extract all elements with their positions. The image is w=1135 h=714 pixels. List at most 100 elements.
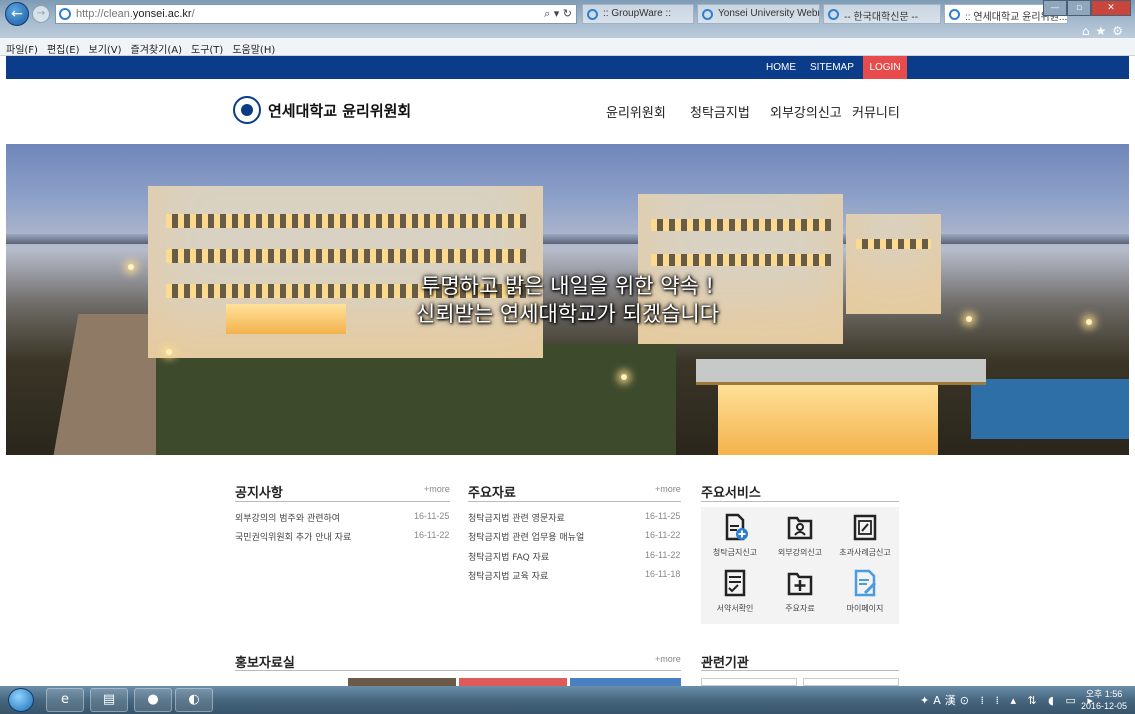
- start-button-icon[interactable]: [8, 688, 34, 712]
- windows-taskbar: e ▤ ● ◐ ✦A漢⊙ ⁞ ⁞ ▴ ⇅ ◖ ▭ ▸ 오후 1:56 2016-…: [0, 686, 1135, 714]
- resource-item[interactable]: 청탁금지법 관련 영문자료: [468, 511, 565, 524]
- menu-view[interactable]: 보기(V): [89, 38, 122, 56]
- divider: [235, 501, 450, 502]
- resources-more-link[interactable]: +more: [655, 484, 681, 494]
- ie-tab-icon: [587, 9, 598, 20]
- menu-file[interactable]: 파일(F): [6, 38, 38, 56]
- nav-anti-graft-law[interactable]: 청탁금지법: [690, 102, 750, 121]
- ie-tab-icon: [949, 9, 960, 20]
- sitemap-link[interactable]: SITEMAP: [810, 62, 854, 73]
- back-arrow-icon[interactable]: ←: [5, 2, 29, 26]
- clock-time: 오후 1:56: [1085, 689, 1123, 699]
- home-link[interactable]: HOME: [766, 62, 796, 73]
- menu-tools[interactable]: 도구(T): [191, 38, 223, 56]
- ie-tab-icon: [702, 9, 713, 20]
- service-excess-honorarium[interactable]: 초과사례금신고: [835, 513, 895, 558]
- notice-item[interactable]: 국민권익위원회 추가 안내 자료: [235, 530, 351, 543]
- resource-date: 16-11-18: [645, 569, 681, 579]
- clipboard-edit-icon: [853, 514, 877, 541]
- browser-tool-icons[interactable]: ⌂★⚙: [1082, 24, 1129, 38]
- pavilion-roof: [696, 359, 986, 385]
- minimize-icon[interactable]: —: [1043, 0, 1067, 16]
- tab-groupware[interactable]: :: GroupWare ::: [582, 4, 694, 24]
- notice-date: 16-11-22: [414, 530, 450, 540]
- promo-thumbnail[interactable]: [459, 678, 567, 686]
- related-org-logo[interactable]: [803, 678, 899, 686]
- menu-favorites[interactable]: 즐겨찾기(A): [131, 38, 182, 56]
- sports-court: [971, 379, 1129, 439]
- notice-date: 16-11-25: [414, 511, 450, 521]
- system-clock[interactable]: 오후 1:56 2016-12-05: [1081, 688, 1127, 712]
- address-url[interactable]: http://clean.yonsei.ac.kr/: [76, 8, 195, 20]
- service-pledge-check[interactable]: 서약서확인: [705, 569, 765, 614]
- maximize-icon[interactable]: ▫: [1067, 0, 1091, 16]
- file-explorer-icon[interactable]: ▤: [90, 688, 128, 712]
- service-external-lecture[interactable]: 외부강의신고: [770, 513, 830, 558]
- resource-item[interactable]: 청탁금지법 FAQ 자료: [468, 550, 549, 563]
- services-panel: 청탁금지신고 외부강의신고 초과사례금신고 서약서확인 주요자료 마이페이지: [701, 507, 899, 624]
- promo-more-link[interactable]: +more: [655, 654, 681, 664]
- service-label: 마이페이지: [846, 604, 884, 613]
- street-lamp: [166, 349, 172, 355]
- nav-external-lecture-report[interactable]: 외부강의신고: [770, 102, 842, 121]
- tab-webmail[interactable]: Yonsei University Webmail: [697, 4, 820, 24]
- promo-title: 홍보자료실: [235, 656, 295, 671]
- login-button[interactable]: LOGIN: [863, 56, 907, 79]
- divider: [701, 501, 899, 502]
- address-bar[interactable]: http://clean.yonsei.ac.kr/ ⌕ ▾ ↻: [55, 4, 577, 24]
- site-logo-text[interactable]: 연세대학교 윤리위원회: [268, 100, 411, 121]
- yonsei-emblem-icon[interactable]: [233, 96, 261, 124]
- tab-news[interactable]: -- 한국대학신문 --: [823, 4, 941, 24]
- lit-pavilion: [718, 382, 938, 455]
- search-refresh-controls[interactable]: ⌕ ▾ ↻: [544, 7, 572, 21]
- related-orgs-title: 관련기관: [701, 656, 749, 671]
- nav-community[interactable]: 커뮤니티: [852, 102, 900, 121]
- resource-item[interactable]: 청탁금지법 교육 자료: [468, 569, 548, 582]
- clock-date: 2016-12-05: [1080, 701, 1127, 711]
- service-label: 외부강의신고: [777, 548, 823, 557]
- promo-thumbnail[interactable]: [348, 678, 456, 686]
- folder-plus-icon: [787, 572, 813, 596]
- resource-item[interactable]: 청탁금지법 관련 업무용 매뉴얼: [468, 530, 584, 543]
- hero-slogan-line2: 신뢰받는 연세대학교가 되겠습니다: [415, 302, 720, 326]
- menu-edit[interactable]: 편집(E): [47, 38, 80, 56]
- browser-chrome: ← → http://clean.yonsei.ac.kr/ ⌕ ▾ ↻ :: …: [0, 0, 1135, 56]
- building-windows: [651, 254, 831, 266]
- services-title: 주요서비스: [701, 486, 761, 501]
- service-key-materials[interactable]: 주요자료: [770, 569, 830, 614]
- service-my-page[interactable]: 마이페이지: [835, 569, 895, 614]
- promo-thumbnail[interactable]: [570, 678, 681, 686]
- related-org-logo[interactable]: [701, 678, 797, 686]
- ie-page-icon: [59, 8, 71, 20]
- menu-bar: 파일(F) 편집(E) 보기(V) 즐겨찾기(A) 도구(T) 도움말(H): [0, 38, 1135, 56]
- hero-slogan-line1: 투명하고 밝은 내일을 위한 약속 !: [421, 274, 714, 298]
- nav-ethics-committee[interactable]: 윤리위원회: [606, 102, 666, 121]
- street-lamp: [621, 374, 627, 380]
- app-icon[interactable]: ◐: [175, 688, 213, 712]
- document-pen-icon: [854, 569, 877, 597]
- close-window-icon[interactable]: ✕: [1091, 0, 1131, 16]
- resources-title: 주요자료: [468, 486, 516, 501]
- service-label: 주요자료: [785, 604, 815, 613]
- resource-date: 16-11-25: [645, 511, 681, 521]
- notices-title: 공지사항: [235, 486, 283, 501]
- site-top-bar: HOME SITEMAP LOGIN: [6, 56, 1129, 79]
- divider: [235, 670, 681, 671]
- menu-help[interactable]: 도움말(H): [232, 38, 275, 56]
- forward-arrow-icon[interactable]: →: [32, 5, 50, 23]
- notices-more-link[interactable]: +more: [424, 484, 450, 494]
- internet-explorer-icon[interactable]: e: [46, 688, 84, 712]
- window-controls: — ▫ ✕: [1043, 0, 1131, 16]
- system-tray-icons[interactable]: ✦A漢⊙ ⁞ ⁞ ▴ ⇅ ◖ ▭ ▸: [920, 692, 1097, 708]
- hero-banner: 투명하고 밝은 내일을 위한 약속 ! 신뢰받는 연세대학교가 되겠습니다: [6, 144, 1129, 455]
- service-label: 초과사례금신고: [839, 548, 891, 557]
- building-windows: [856, 239, 931, 249]
- resource-date: 16-11-22: [645, 530, 681, 540]
- building-windows: [651, 219, 831, 231]
- resource-date: 16-11-22: [645, 550, 681, 560]
- messenger-icon[interactable]: ●: [134, 688, 172, 712]
- notice-item[interactable]: 외부강의의 범주와 관련하여: [235, 511, 340, 524]
- ie-tab-icon: [828, 9, 839, 20]
- divider: [701, 670, 899, 671]
- service-report-graft[interactable]: 청탁금지신고: [705, 513, 765, 558]
